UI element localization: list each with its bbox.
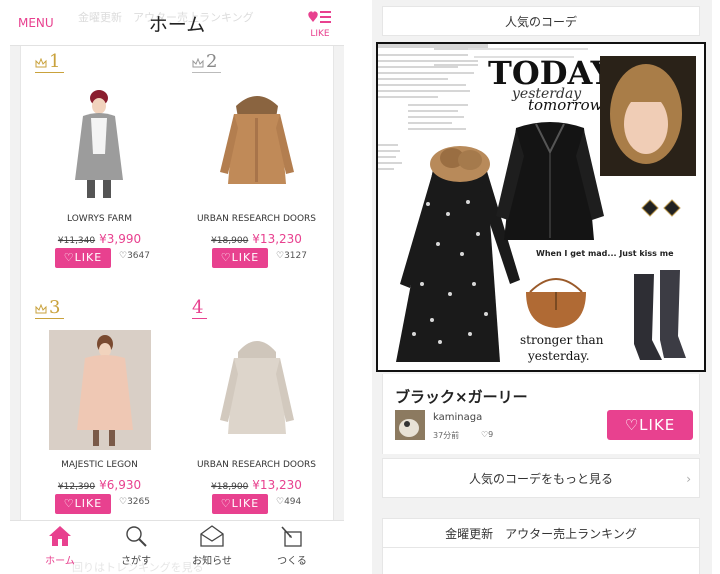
like-button[interactable]: ♡LIKE	[212, 248, 268, 268]
ranking-strip	[382, 548, 700, 574]
rank-badge: 2	[192, 51, 222, 73]
like-button[interactable]: ♡LIKE	[607, 410, 693, 440]
crown-icon	[192, 58, 204, 68]
like-button-label: LIKE	[74, 251, 103, 264]
home-screen: MENU 金曜更新 アウター売上ランキング ホーム LIKE 1 LOWRYS …	[10, 0, 344, 574]
search-icon	[126, 526, 147, 547]
like-list-label: LIKE	[310, 29, 330, 39]
price-row: ¥12,390 ¥6,930	[21, 474, 178, 493]
like-button-label: LIKE	[231, 251, 260, 264]
like-list-icon	[308, 11, 331, 23]
ranking-item[interactable]: 2 URBAN RESEARCH DOORS ¥18,900 ¥13,230 ♡L…	[178, 46, 335, 286]
ranking-item[interactable]: 3 MAJESTIC LEGON ¥12,390 ¥6,930 ♡LIKE ♡32…	[21, 292, 178, 532]
like-button[interactable]: ♡LIKE	[55, 494, 111, 514]
like-button-label: LIKE	[639, 416, 676, 434]
like-count: ♡494	[276, 497, 302, 507]
like-button[interactable]: ♡LIKE	[55, 248, 111, 268]
original-price: ¥18,900	[211, 482, 249, 492]
see-more-label: 人気のコーデをもっと見る	[468, 472, 613, 486]
like-count-value: 3265	[127, 497, 150, 507]
product-image[interactable]	[206, 330, 308, 450]
sale-price: ¥13,230	[252, 232, 302, 246]
brand-name: URBAN RESEARCH DOORS	[196, 214, 317, 224]
tab-notifications-label: お知らせ	[192, 556, 232, 567]
price-row: ¥11,340 ¥3,990	[21, 228, 178, 247]
avatar[interactable]	[395, 410, 425, 440]
collage-artwork: TODAY yesterday tomorrow When I get mad.…	[378, 44, 704, 370]
coordinate-title[interactable]: ブラック×ガーリー	[395, 386, 528, 407]
price-row: ¥18,900 ¥13,230	[178, 474, 335, 493]
original-price: ¥12,390	[57, 482, 96, 492]
rank-number: 3	[49, 297, 61, 318]
product-image[interactable]	[49, 84, 151, 204]
tab-home[interactable]: ホーム	[30, 525, 90, 567]
home-icon	[49, 526, 71, 546]
rank-number: 2	[206, 51, 218, 72]
like-count-value: 3127	[284, 251, 307, 261]
original-price: ¥11,340	[57, 236, 96, 246]
post-time: 37分前	[433, 431, 460, 440]
sale-price: ¥6,930	[99, 478, 142, 492]
tab-home-label: ホーム	[45, 556, 75, 567]
collage-stronger-text: stronger than	[520, 333, 604, 347]
sale-price: ¥13,230	[252, 478, 302, 492]
outfit-collage[interactable]: TODAY yesterday tomorrow When I get mad.…	[376, 42, 706, 372]
rank-number: 1	[49, 51, 61, 72]
like-count-value: 3647	[127, 251, 150, 261]
heart-count-value: 9	[488, 430, 494, 439]
coordinate-card: ブラック×ガーリー kaminaga 37分前 ♡9 ♡LIKE	[382, 374, 700, 454]
rank-badge: 1	[35, 51, 65, 73]
brand-name: MAJESTIC LEGON	[61, 460, 138, 470]
like-list-button[interactable]: LIKE	[306, 8, 334, 39]
price-row: ¥18,900 ¥13,230	[178, 228, 335, 247]
collage-quote-text: When I get mad... Just kiss me	[536, 249, 674, 258]
crown-icon	[35, 58, 47, 68]
collage-tomorrow-text: tomorrow	[528, 96, 603, 114]
rank-badge: 4	[192, 297, 208, 319]
create-icon	[281, 526, 302, 547]
tab-create-label: つくる	[277, 556, 307, 567]
tab-notifications[interactable]: お知らせ	[182, 525, 242, 567]
tab-search-label: さがす	[121, 556, 151, 567]
app-header: MENU 金曜更新 アウター売上ランキング ホーム LIKE	[10, 0, 344, 46]
product-image[interactable]	[206, 84, 308, 204]
popular-section-header: 人気のコーデ	[382, 6, 700, 36]
heart-count: ♡9	[481, 430, 494, 439]
tab-create[interactable]: つくる	[262, 525, 322, 567]
avatar-image	[395, 410, 425, 440]
like-count: ♡3647	[119, 251, 150, 261]
ranking-item[interactable]: 1 LOWRYS FARM ¥11,340 ¥3,990 ♡LIKE ♡3647	[21, 46, 178, 286]
tab-search[interactable]: さがす	[106, 525, 166, 567]
sale-price: ¥3,990	[99, 232, 142, 246]
brand-name: URBAN RESEARCH DOORS	[196, 460, 317, 470]
username[interactable]: kaminaga	[433, 412, 482, 423]
like-button-label: LIKE	[231, 497, 260, 510]
bottom-tab-bar: 回りはトレンキングを見る ホーム さがす お知らせ つくる	[10, 520, 344, 574]
original-price: ¥18,900	[211, 236, 249, 246]
page-title: ホーム	[148, 14, 206, 36]
like-count-value: 494	[284, 497, 302, 507]
ranking-grid: 1 LOWRYS FARM ¥11,340¥3,990 ♡LIKE ♡3647	[20, 46, 334, 526]
chevron-right-icon: ›	[686, 472, 691, 486]
rank-number: 4	[192, 297, 204, 318]
brand-name: LOWRYS FARM	[67, 214, 132, 224]
crown-icon	[35, 304, 47, 314]
see-more-button[interactable]: 人気のコーデをもっと見る ›	[382, 458, 700, 498]
ranking-item[interactable]: 4 URBAN RESEARCH DOORS ¥18,900 ¥13,230 ♡L…	[178, 292, 335, 532]
like-count: ♡3265	[119, 497, 150, 507]
rank-badge: 3	[35, 297, 65, 319]
like-button[interactable]: ♡LIKE	[212, 494, 268, 514]
product-image[interactable]	[49, 330, 151, 450]
collage-yesterday-line: yesterday.	[527, 349, 590, 363]
mail-icon	[200, 525, 224, 547]
like-button-label: LIKE	[74, 497, 103, 510]
coordinate-screen: 人気のコーデ TODAY yesterday tomorrow When I g…	[372, 0, 712, 574]
like-count: ♡3127	[276, 251, 307, 261]
ranking-section-header: 金曜更新 アウター売上ランキング	[382, 518, 700, 548]
